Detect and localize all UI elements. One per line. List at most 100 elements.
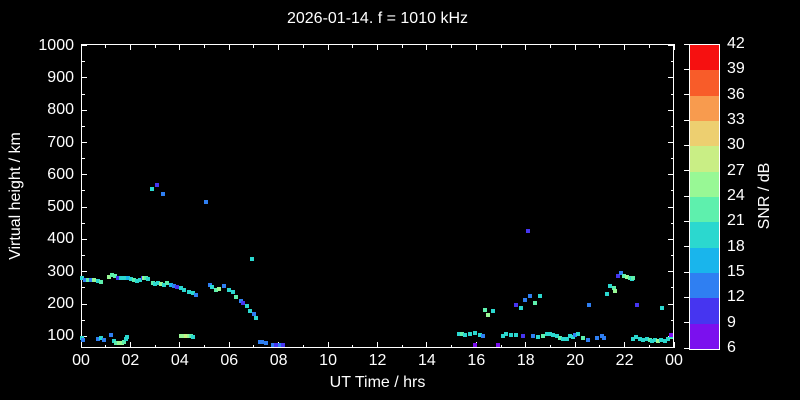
- y-tick: [668, 109, 674, 111]
- x-tick: [475, 44, 477, 50]
- x-tick: [624, 342, 626, 348]
- colorbar-segment: [690, 222, 719, 248]
- x-tick-label: 14: [418, 352, 436, 369]
- x-tick: [599, 44, 601, 48]
- data-point: [631, 276, 636, 281]
- data-point: [486, 312, 491, 317]
- y-tick: [81, 93, 85, 95]
- data-point: [586, 303, 591, 308]
- y-tick: [81, 206, 87, 208]
- y-tick: [670, 222, 674, 224]
- y-tick: [81, 142, 87, 144]
- x-tick: [648, 44, 650, 48]
- y-tick: [81, 77, 87, 79]
- y-tick-label: 600: [47, 165, 74, 183]
- y-tick: [670, 93, 674, 95]
- colorbar-tick-label: 42: [727, 35, 745, 52]
- colorbar-segment: [690, 171, 719, 197]
- x-tick: [327, 44, 329, 50]
- y-tick-label: 900: [47, 68, 74, 86]
- data-point: [532, 301, 537, 306]
- colorbar-segment: [690, 247, 719, 273]
- x-tick-label: 20: [566, 352, 585, 369]
- y-tick: [668, 77, 674, 79]
- data-point: [509, 332, 514, 337]
- data-point: [472, 343, 477, 347]
- y-tick-label: 500: [47, 198, 74, 216]
- data-point: [467, 331, 472, 336]
- y-tick: [81, 319, 85, 321]
- y-tick: [81, 174, 87, 176]
- y-tick: [81, 61, 85, 63]
- x-tick: [426, 342, 428, 348]
- y-tick: [670, 125, 674, 127]
- data-point: [514, 332, 519, 337]
- data-point: [602, 335, 607, 340]
- colorbar-axis-label: SNR / dB: [756, 162, 773, 230]
- ionogram-screenshot: 2026-01-14. f = 1010 kHz Virtual height …: [0, 0, 800, 400]
- data-point: [525, 229, 530, 234]
- colorbar-segment: [690, 298, 719, 324]
- x-tick-label: 08: [269, 352, 288, 369]
- data-point: [80, 338, 85, 343]
- y-tick-label: 400: [47, 230, 74, 248]
- colorbar-segment: [690, 273, 719, 299]
- data-point: [481, 333, 485, 338]
- data-point: [190, 334, 195, 339]
- y-tick-label: 300: [47, 262, 74, 280]
- x-tick-label: 00: [72, 352, 90, 369]
- y-tick: [670, 287, 674, 289]
- colorbar-segment: [690, 146, 719, 172]
- data-point: [193, 293, 198, 298]
- x-tick: [599, 344, 601, 348]
- x-tick: [105, 344, 107, 348]
- x-tick: [253, 44, 255, 48]
- x-tick: [574, 342, 576, 348]
- data-point: [519, 306, 524, 311]
- y-tick: [670, 61, 674, 63]
- y-tick: [668, 303, 674, 305]
- y-tick-label: 1000: [38, 36, 74, 54]
- colorbar-tick-label: 12: [727, 288, 745, 306]
- x-tick: [525, 342, 527, 348]
- y-tick: [670, 190, 674, 192]
- x-tick: [80, 342, 82, 348]
- colorbar-segment: [690, 197, 719, 223]
- x-tick-label: 18: [516, 352, 535, 369]
- data-point: [635, 302, 640, 307]
- colorbar-tick-label: 30: [727, 136, 745, 154]
- data-point: [482, 307, 487, 312]
- data-point: [161, 191, 166, 196]
- x-tick: [352, 44, 354, 48]
- x-tick: [352, 344, 354, 348]
- colorbar-segment: [690, 121, 719, 147]
- x-axis-label: UT Time / hrs: [329, 374, 426, 391]
- x-tick: [624, 44, 626, 50]
- data-point: [491, 309, 496, 314]
- data-point: [496, 343, 501, 347]
- colorbar-tick-label: 39: [727, 60, 745, 78]
- colorbar-segment: [690, 70, 719, 96]
- data-point: [254, 316, 259, 321]
- x-tick: [154, 344, 156, 348]
- data-point: [234, 294, 239, 299]
- chart-title: 2026-01-14. f = 1010 kHz: [286, 10, 468, 27]
- x-tick: [228, 44, 230, 50]
- x-tick: [549, 344, 551, 348]
- data-point: [155, 182, 160, 187]
- x-tick: [377, 44, 378, 50]
- data-point: [280, 343, 285, 347]
- data-point: [537, 293, 542, 298]
- x-tick: [451, 44, 453, 48]
- x-tick: [302, 344, 304, 348]
- y-tick-label: 200: [47, 295, 74, 313]
- data-point: [99, 280, 103, 285]
- x-tick: [327, 342, 329, 348]
- x-tick: [549, 44, 551, 48]
- x-tick: [154, 44, 156, 48]
- data-point: [527, 294, 532, 299]
- data-point: [514, 302, 519, 307]
- y-tick: [81, 109, 87, 111]
- x-tick: [179, 342, 181, 348]
- x-tick: [377, 342, 378, 348]
